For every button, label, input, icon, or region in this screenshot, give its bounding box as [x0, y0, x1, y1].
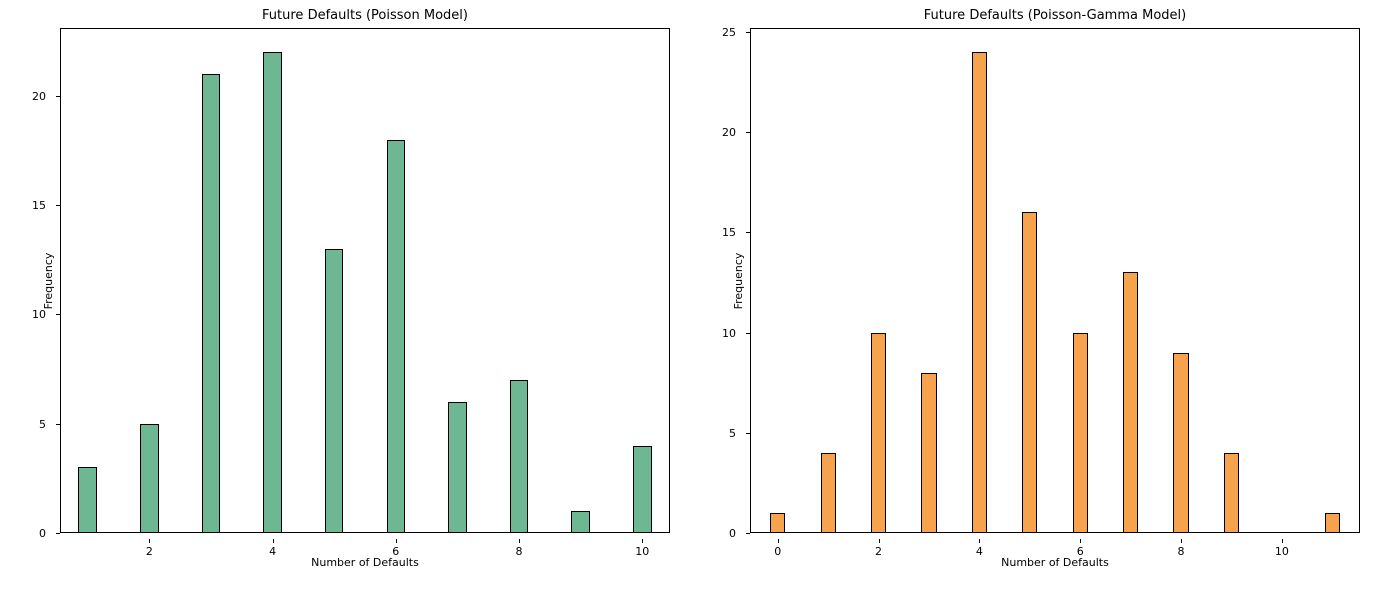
bar [1224, 453, 1239, 533]
y-tick-label: 0 [39, 527, 46, 540]
bar [448, 402, 466, 533]
x-tick-label: 4 [976, 545, 983, 558]
plot-title: Future Defaults (Poisson-Gamma Model) [750, 8, 1360, 23]
x-tick-label: 6 [1077, 545, 1084, 558]
y-axis-label: Frequency [42, 252, 55, 309]
bars-group [750, 28, 1360, 533]
x-tick-label: 6 [392, 545, 399, 558]
bar [821, 453, 836, 533]
bar [325, 249, 343, 533]
x-tick-label: 0 [774, 545, 781, 558]
bar [510, 380, 528, 533]
bar [571, 511, 589, 533]
bar [263, 52, 281, 533]
bar [78, 467, 96, 533]
figure: Future Defaults (Poisson Model) Number o… [0, 0, 1389, 590]
bar [1073, 333, 1088, 533]
y-tick-label: 15 [32, 199, 46, 212]
y-tick-label: 20 [32, 90, 46, 103]
bar [202, 74, 220, 533]
x-tick-label: 2 [146, 545, 153, 558]
x-tick-label: 10 [1275, 545, 1289, 558]
x-tick-label: 8 [1178, 545, 1185, 558]
x-tick-label: 8 [516, 545, 523, 558]
bar [1325, 513, 1340, 533]
subplot-poisson: Future Defaults (Poisson Model) Number o… [60, 28, 670, 533]
x-tick-label: 4 [269, 545, 276, 558]
bar [633, 446, 651, 533]
y-tick-label: 20 [722, 126, 736, 139]
y-tick-label: 10 [32, 308, 46, 321]
y-tick-label: 10 [722, 327, 736, 340]
x-axis-label: Number of Defaults [750, 556, 1360, 569]
bar [140, 424, 158, 533]
y-tick-label: 15 [722, 226, 736, 239]
bar [1022, 212, 1037, 533]
bar [770, 513, 785, 533]
y-tick-label: 25 [722, 26, 736, 39]
y-tick-label: 5 [729, 427, 736, 440]
x-tick-label: 10 [635, 545, 649, 558]
y-tick-label: 0 [729, 527, 736, 540]
y-axis-label: Frequency [732, 252, 745, 309]
bar [1173, 353, 1188, 533]
bar [1123, 272, 1138, 533]
bar [921, 373, 936, 533]
plot-title: Future Defaults (Poisson Model) [60, 8, 670, 23]
x-tick-label: 2 [875, 545, 882, 558]
y-tick-label: 5 [39, 418, 46, 431]
bar [387, 140, 405, 534]
subplot-poisson-gamma: Future Defaults (Poisson-Gamma Model) Nu… [750, 28, 1360, 533]
bar [871, 333, 886, 533]
bar [972, 52, 987, 533]
bars-group [60, 28, 670, 533]
